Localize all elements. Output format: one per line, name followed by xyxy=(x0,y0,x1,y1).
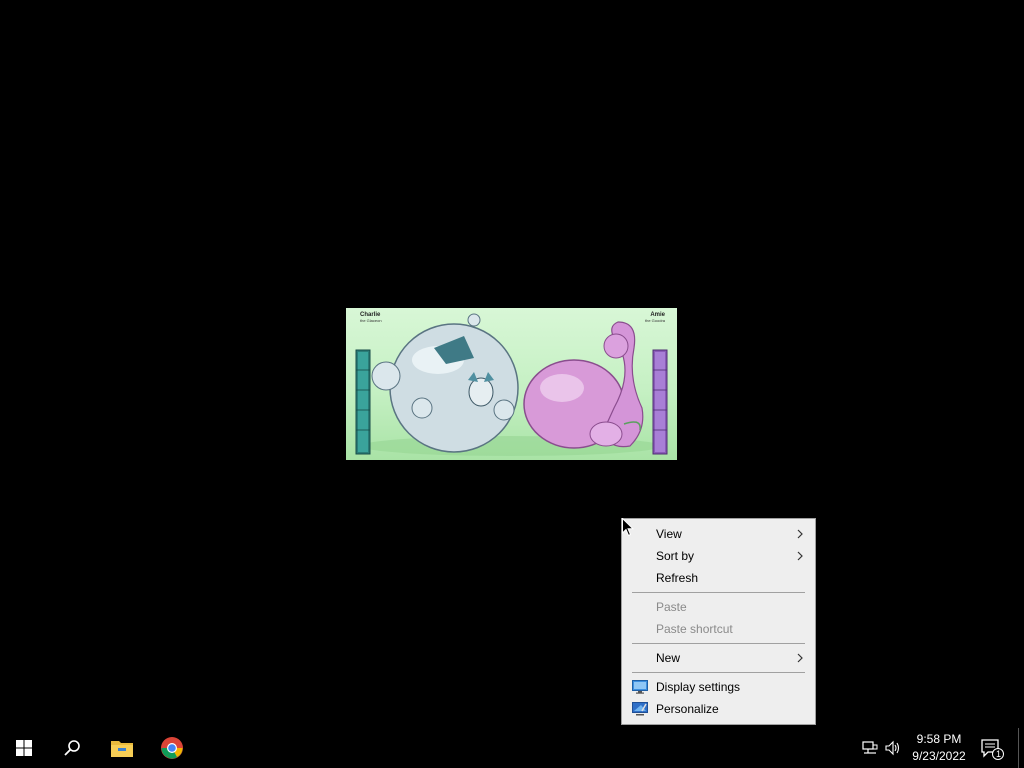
menu-item-label: Sort by xyxy=(656,549,695,563)
notification-count-badge: 1 xyxy=(995,749,1001,759)
action-center-button[interactable]: 1 xyxy=(980,736,1004,760)
taskbar-clock[interactable]: 9:58 PM 9/23/2022 xyxy=(905,731,973,765)
display-icon xyxy=(632,680,648,694)
search-button[interactable] xyxy=(48,728,96,768)
chrome-button[interactable] xyxy=(148,728,196,768)
windows-logo-icon xyxy=(16,740,32,756)
menu-item-display-settings[interactable]: Display settings xyxy=(622,676,815,698)
menu-item-label: Paste shortcut xyxy=(656,622,733,636)
menu-separator xyxy=(632,643,805,644)
menu-separator xyxy=(632,592,805,593)
volume-icon[interactable] xyxy=(885,740,901,756)
file-explorer-button[interactable] xyxy=(98,728,146,768)
clock-date: 9/23/2022 xyxy=(912,749,966,763)
menu-item-label: New xyxy=(656,651,681,665)
desktop-context-menu: View Sort by Refresh Paste Paste shortcu… xyxy=(621,518,816,725)
desktop[interactable]: Charlie the Glaceon Amie the Goodra View… xyxy=(0,0,1024,728)
wallpaper-left-subtitle: the Glaceon xyxy=(360,318,382,323)
folder-icon xyxy=(111,741,133,757)
menu-item-paste: Paste xyxy=(622,596,815,618)
network-icon[interactable] xyxy=(862,740,878,756)
wallpaper-right-subtitle: the Goodra xyxy=(644,318,665,323)
chevron-right-icon xyxy=(797,529,803,539)
show-desktop-button[interactable] xyxy=(1018,728,1019,768)
menu-item-label: Display settings xyxy=(656,680,741,694)
chevron-right-icon xyxy=(797,551,803,561)
menu-item-label: View xyxy=(656,527,682,541)
clock-time: 9:58 PM xyxy=(916,732,962,746)
menu-item-new[interactable]: New xyxy=(622,647,815,669)
menu-separator xyxy=(632,672,805,673)
menu-item-label: Personalize xyxy=(656,702,719,716)
menu-item-label: Paste xyxy=(656,600,687,614)
taskbar: 9:58 PM 9/23/2022 1 xyxy=(0,728,1024,768)
start-button[interactable] xyxy=(0,728,48,768)
menu-item-personalize[interactable]: Personalize xyxy=(622,698,815,720)
personalize-icon xyxy=(632,702,648,716)
menu-item-sort-by[interactable]: Sort by xyxy=(622,545,815,567)
wallpaper-image: Charlie the Glaceon Amie the Goodra xyxy=(346,308,677,460)
mouse-cursor-icon xyxy=(622,518,634,537)
menu-item-refresh[interactable]: Refresh xyxy=(622,567,815,589)
menu-item-view[interactable]: View xyxy=(622,523,815,545)
search-icon xyxy=(64,740,80,756)
menu-item-paste-shortcut: Paste shortcut xyxy=(622,618,815,640)
chevron-right-icon xyxy=(797,653,803,663)
menu-item-label: Refresh xyxy=(656,571,699,585)
wallpaper-illustration xyxy=(355,313,668,456)
chrome-icon xyxy=(161,737,183,759)
